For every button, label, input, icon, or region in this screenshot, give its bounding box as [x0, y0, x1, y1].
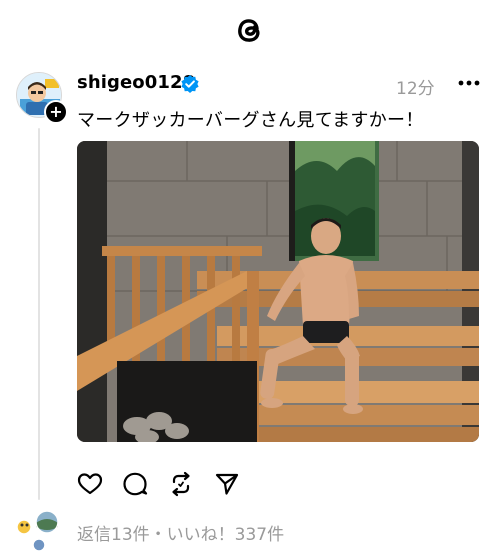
send-icon[interactable] [214, 471, 240, 497]
verified-badge-icon [181, 75, 199, 93]
reply-avatars-icon [16, 510, 59, 552]
reply-avatars[interactable] [14, 510, 62, 553]
thread-line [38, 128, 40, 500]
post-text: マークザッカーバーグさん見てますかー！ [77, 110, 424, 131]
sauna-photo [77, 141, 479, 442]
more-options-icon[interactable] [457, 77, 481, 89]
heart-icon[interactable] [77, 471, 103, 497]
username[interactable]: shigeo0128 [77, 72, 195, 93]
repost-icon[interactable] [168, 471, 194, 497]
avatar[interactable]: + [16, 72, 68, 124]
threads-logo-icon[interactable] [230, 10, 270, 50]
post-image[interactable] [77, 141, 479, 442]
post-stats[interactable]: 返信13件・いいね！337件 [77, 520, 284, 545]
follow-plus-icon[interactable]: + [44, 100, 68, 124]
post-timestamp: 12分 [396, 79, 435, 99]
comment-icon[interactable] [122, 471, 148, 497]
